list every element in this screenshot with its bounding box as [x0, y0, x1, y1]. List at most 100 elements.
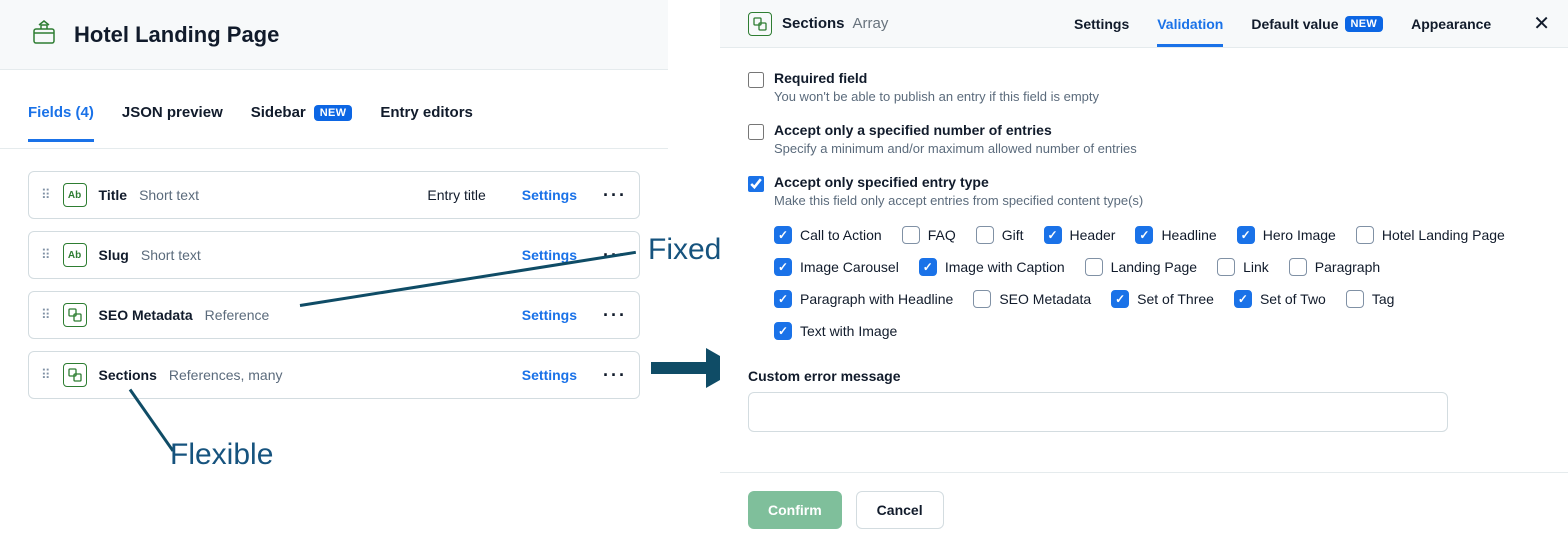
validation-option-desc: Make this field only accept entries from…	[774, 193, 1143, 208]
entry-type-label: Hotel Landing Page	[1382, 227, 1505, 243]
entry-type-label: Paragraph with Headline	[800, 291, 953, 307]
checkbox-icon[interactable]	[902, 226, 920, 244]
field-name: Slug	[99, 247, 129, 263]
tab-json-preview[interactable]: JSON preview	[122, 104, 223, 139]
field-menu-icon[interactable]: ···	[603, 365, 627, 386]
entry-type-label: FAQ	[928, 227, 956, 243]
checkbox-icon[interactable]	[774, 226, 792, 244]
required-field-checkbox[interactable]	[748, 72, 764, 88]
entry-type-option[interactable]: Image Carousel	[774, 258, 899, 276]
validation-option-label: Accept only a specified number of entrie…	[774, 122, 1137, 138]
reference-icon	[63, 303, 87, 327]
checkbox-icon[interactable]	[1044, 226, 1062, 244]
checkbox-icon[interactable]	[1135, 226, 1153, 244]
checkbox-icon[interactable]	[1289, 258, 1307, 276]
editor-tabs: Settings Validation Default valueNEW App…	[1074, 0, 1564, 47]
field-row-title: ⠿ Ab Title Short text Entry title Settin…	[28, 171, 640, 219]
confirm-button[interactable]: Confirm	[748, 491, 842, 529]
field-settings-link[interactable]: Settings	[522, 367, 577, 383]
annotation-fixed-label: Fixed	[648, 233, 721, 267]
field-name: SEO Metadata	[99, 307, 193, 323]
entry-type-option[interactable]: Header	[1044, 226, 1116, 244]
editor-tab-settings[interactable]: Settings	[1074, 0, 1129, 47]
checkbox-icon[interactable]	[1346, 290, 1364, 308]
editor-tab-default-value[interactable]: Default valueNEW	[1251, 0, 1383, 47]
reference-many-icon	[63, 363, 87, 387]
entry-type-label: Text with Image	[800, 323, 897, 339]
editor-footer: Confirm Cancel	[720, 472, 1568, 547]
cancel-button[interactable]: Cancel	[856, 491, 944, 529]
editor-tab-appearance[interactable]: Appearance	[1411, 0, 1491, 47]
fields-list: ⠿ Ab Title Short text Entry title Settin…	[0, 149, 668, 399]
entry-type-label: Set of Two	[1260, 291, 1326, 307]
new-badge: NEW	[1345, 16, 1384, 32]
field-type: Short text	[141, 247, 201, 263]
checkbox-icon[interactable]	[1085, 258, 1103, 276]
reference-many-icon	[748, 12, 772, 36]
entry-type-label: Header	[1070, 227, 1116, 243]
checkbox-icon[interactable]	[774, 258, 792, 276]
entry-type-label: Image with Caption	[945, 259, 1065, 275]
custom-error-input[interactable]	[748, 392, 1448, 432]
entry-type-option[interactable]: Hero Image	[1237, 226, 1336, 244]
entry-type-option[interactable]: Link	[1217, 258, 1269, 276]
tab-sidebar[interactable]: SidebarNEW	[251, 104, 353, 139]
field-menu-icon[interactable]: ···	[603, 185, 627, 206]
validation-option-count: Accept only a specified number of entrie…	[748, 122, 1540, 156]
drag-handle-icon[interactable]: ⠿	[41, 192, 51, 197]
entry-type-label: Image Carousel	[800, 259, 899, 275]
checkbox-icon[interactable]	[919, 258, 937, 276]
entry-type-option[interactable]: Set of Three	[1111, 290, 1214, 308]
drag-handle-icon[interactable]: ⠿	[41, 312, 51, 317]
close-icon[interactable]: ✕	[1519, 11, 1564, 36]
sections-field-editor: Sections Array Settings Validation Defau…	[720, 0, 1568, 545]
entry-type-option[interactable]: FAQ	[902, 226, 956, 244]
entry-type-option[interactable]: Paragraph	[1289, 258, 1380, 276]
field-name: Sections	[99, 367, 157, 383]
editor-field-name: Sections	[782, 15, 845, 32]
entry-type-label: Link	[1243, 259, 1269, 275]
editor-tab-validation[interactable]: Validation	[1157, 0, 1223, 47]
checkbox-icon[interactable]	[1217, 258, 1235, 276]
entry-type-option[interactable]: Set of Two	[1234, 290, 1326, 308]
checkbox-icon[interactable]	[1111, 290, 1129, 308]
entries-count-checkbox[interactable]	[748, 124, 764, 140]
checkbox-icon[interactable]	[774, 322, 792, 340]
entry-type-option[interactable]: Paragraph with Headline	[774, 290, 953, 308]
checkbox-icon[interactable]	[1356, 226, 1374, 244]
checkbox-icon[interactable]	[976, 226, 994, 244]
field-type: Short text	[139, 187, 199, 203]
package-icon	[28, 17, 60, 52]
entry-type-label: Hero Image	[1263, 227, 1336, 243]
field-settings-link[interactable]: Settings	[522, 187, 577, 203]
field-settings-link[interactable]: Settings	[522, 307, 577, 323]
drag-handle-icon[interactable]: ⠿	[41, 252, 51, 257]
tab-entry-editors[interactable]: Entry editors	[380, 104, 473, 139]
checkbox-icon[interactable]	[1234, 290, 1252, 308]
entry-type-option[interactable]: Image with Caption	[919, 258, 1065, 276]
field-menu-icon[interactable]: ···	[603, 305, 627, 326]
entry-type-checkbox[interactable]	[748, 176, 764, 192]
checkbox-icon[interactable]	[973, 290, 991, 308]
content-type-header: Hotel Landing Page	[0, 0, 668, 70]
validation-option-desc: Specify a minimum and/or maximum allowed…	[774, 141, 1137, 156]
entry-type-label: Set of Three	[1137, 291, 1214, 307]
entry-type-option[interactable]: Landing Page	[1085, 258, 1197, 276]
entry-type-option[interactable]: Text with Image	[774, 322, 897, 340]
entry-type-option[interactable]: SEO Metadata	[973, 290, 1091, 308]
entry-type-option[interactable]: Hotel Landing Page	[1356, 226, 1505, 244]
left-tabs: Fields (4) JSON preview SidebarNEW Entry…	[0, 104, 668, 149]
field-type: References, many	[169, 367, 283, 383]
tab-fields[interactable]: Fields (4)	[28, 104, 94, 142]
entry-type-label: Tag	[1372, 291, 1395, 307]
annotation-flexible-label: Flexible	[170, 438, 273, 472]
entry-type-option[interactable]: Headline	[1135, 226, 1216, 244]
drag-handle-icon[interactable]: ⠿	[41, 372, 51, 377]
entry-type-option[interactable]: Call to Action	[774, 226, 882, 244]
checkbox-icon[interactable]	[774, 290, 792, 308]
entry-title-label: Entry title	[427, 187, 485, 203]
entry-type-label: Headline	[1161, 227, 1216, 243]
entry-type-option[interactable]: Gift	[976, 226, 1024, 244]
checkbox-icon[interactable]	[1237, 226, 1255, 244]
entry-type-option[interactable]: Tag	[1346, 290, 1395, 308]
